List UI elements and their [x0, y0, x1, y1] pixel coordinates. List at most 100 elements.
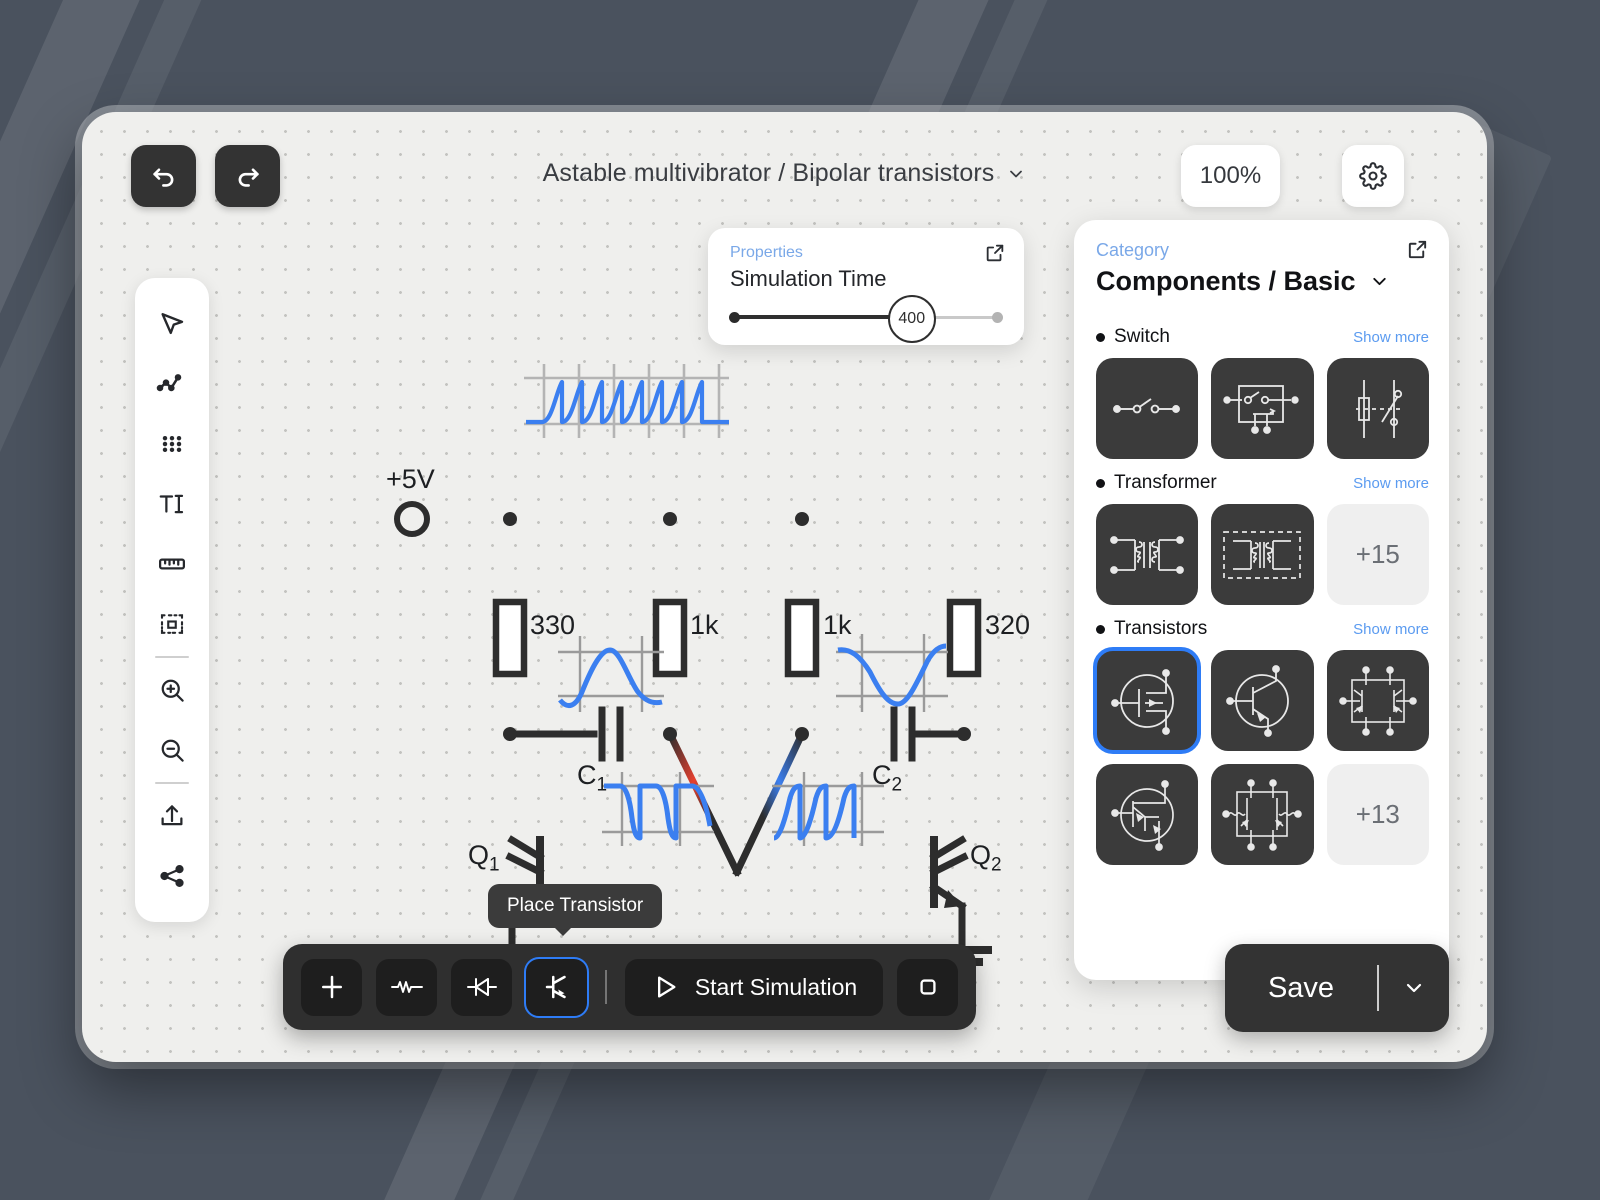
shielded-transformer-icon: [1223, 530, 1302, 579]
place-ground-button[interactable]: [301, 958, 362, 1016]
slider-knob[interactable]: 400: [887, 295, 936, 343]
stop-simulation-button[interactable]: [897, 958, 958, 1016]
zoom-out-icon: [161, 739, 184, 762]
supply-label: +5V: [386, 464, 435, 494]
library-group-transformer: Transformer Show more +15: [1096, 472, 1429, 605]
component-library-panel: Category Components / Basic Switch Show …: [1074, 220, 1449, 980]
probe-waveform-top: [524, 364, 729, 438]
save-button[interactable]: Save: [1225, 944, 1449, 1032]
mosfet-icon: [1111, 668, 1175, 735]
external-link-icon: [1408, 240, 1427, 259]
component-tile-transformer[interactable]: [1096, 504, 1199, 605]
component-tile-npn-bjt[interactable]: [1211, 650, 1314, 751]
zoom-level-label: 100%: [1199, 162, 1262, 189]
settings-button[interactable]: [1342, 145, 1404, 207]
component-tile-darlington[interactable]: [1096, 764, 1199, 865]
text-tool[interactable]: [135, 474, 209, 534]
resistor-icon: [390, 981, 423, 993]
show-more-link[interactable]: Show more: [1353, 621, 1429, 638]
overflow-count-label: +13: [1355, 799, 1400, 829]
library-kicker: Category: [1096, 240, 1170, 260]
share-icon: [160, 864, 184, 888]
polyline-icon: [156, 374, 182, 392]
zoom-level-button[interactable]: 100%: [1181, 145, 1280, 207]
relay-switch-icon: [1223, 384, 1300, 434]
dock-divider: [605, 970, 607, 1004]
probe-waveform-right: [836, 634, 948, 712]
resistor-label: 1k: [823, 610, 852, 640]
text-icon: [159, 494, 184, 514]
chevron-down-icon: [1406, 983, 1422, 993]
component-tile-reed-switch[interactable]: [1326, 358, 1429, 459]
resistor-label: 320: [985, 610, 1031, 640]
capacitor-label: C1: [577, 760, 608, 796]
start-simulation-button[interactable]: Start Simulation: [625, 958, 883, 1016]
show-more-link[interactable]: Show more: [1353, 475, 1429, 492]
ground-icon: [321, 975, 342, 999]
save-dropdown-button[interactable]: [1379, 976, 1449, 1000]
tile-row: [1092, 647, 1429, 754]
component-tile-transistor-array[interactable]: [1211, 764, 1314, 865]
save-label: Save: [1267, 971, 1335, 1004]
library-category-selector[interactable]: Components / Basic: [1096, 266, 1390, 297]
zoom-out-tool[interactable]: [135, 720, 209, 780]
share-tool[interactable]: [135, 846, 209, 906]
measure-tool[interactable]: [135, 534, 209, 594]
group-title: Switch: [1096, 326, 1170, 348]
capacitor-label: C2: [872, 760, 903, 796]
library-expand-button[interactable]: [1406, 238, 1429, 266]
simulation-time-slider[interactable]: 400: [729, 295, 1003, 343]
transistor-label: Q2: [970, 840, 1002, 876]
bullet-icon: [1096, 478, 1105, 488]
library-title: Components / Basic: [1096, 266, 1356, 296]
properties-expand-button[interactable]: [984, 242, 1006, 269]
toolbar-divider: [155, 782, 189, 784]
zoom-in-tool[interactable]: [135, 660, 209, 720]
show-more-link[interactable]: Show more: [1353, 329, 1429, 346]
tile-row: +15: [1096, 504, 1429, 605]
play-icon: [657, 976, 676, 998]
app-window: Astable multivibrator / Bipolar transist…: [82, 112, 1487, 1062]
component-tile-overflow[interactable]: +13: [1326, 764, 1429, 865]
spst-switch-icon: [1113, 397, 1181, 413]
slider-fill: [730, 315, 905, 319]
library-group-switch: Switch Show more: [1096, 326, 1429, 459]
wire-tool[interactable]: [135, 354, 209, 414]
marquee-tool[interactable]: [135, 594, 209, 654]
resistor-label: 1k: [690, 610, 719, 640]
component-tile-shielded-transformer[interactable]: [1211, 504, 1314, 605]
group-header: Switch Show more: [1096, 326, 1429, 348]
page-title: Astable multivibrator / Bipolar transist…: [542, 159, 995, 187]
transistor-array-icon: [1222, 778, 1303, 851]
external-link-icon: [986, 244, 1004, 262]
toolbar-divider: [155, 656, 189, 658]
component-tile-mosfet[interactable]: [1092, 647, 1202, 754]
group-header: Transformer Show more: [1096, 472, 1429, 494]
chevron-down-icon: [1372, 277, 1386, 286]
export-tool[interactable]: [135, 786, 209, 846]
place-transistor-button[interactable]: [524, 956, 589, 1018]
tile-row: +13: [1096, 764, 1429, 865]
gear-icon: [1359, 162, 1387, 190]
place-diode-button[interactable]: [451, 958, 512, 1016]
selection-frame-icon: [160, 614, 184, 634]
component-tile-spst-switch[interactable]: [1096, 358, 1199, 459]
component-tile-overflow[interactable]: +15: [1326, 504, 1429, 605]
ruler-icon: [159, 558, 185, 570]
tile-row: [1096, 358, 1429, 459]
library-group-transistors: Transistors Show more +13: [1092, 618, 1429, 865]
properties-title: Simulation Time: [730, 266, 887, 291]
select-tool[interactable]: [135, 294, 209, 354]
probe-waveform-c2: [772, 772, 884, 846]
overflow-count-label: +15: [1355, 539, 1400, 569]
component-tile-bridge-transistor[interactable]: [1326, 650, 1429, 751]
group-title: Transformer: [1096, 472, 1217, 494]
grid-tool[interactable]: [135, 414, 209, 474]
place-resistor-button[interactable]: [376, 958, 437, 1016]
component-tile-relay-switch[interactable]: [1211, 358, 1314, 459]
properties-panel: Properties Simulation Time 400: [708, 228, 1024, 345]
diode-icon: [466, 978, 497, 996]
upload-icon: [161, 805, 183, 826]
resistor-label: 330: [530, 610, 576, 640]
dot-grid-icon: [162, 435, 182, 453]
